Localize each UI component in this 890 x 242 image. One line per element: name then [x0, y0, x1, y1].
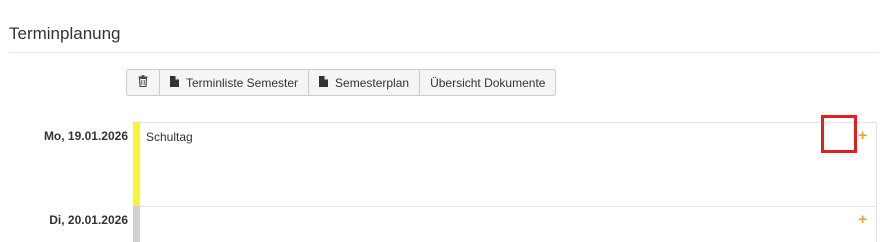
add-entry-button[interactable]: + — [858, 128, 867, 143]
day-cell[interactable]: + — [140, 206, 877, 242]
delete-button[interactable] — [127, 70, 159, 95]
terminliste-semester-button[interactable]: Terminliste Semester — [159, 70, 308, 95]
day-color-bar — [133, 122, 140, 206]
terminliste-semester-label: Terminliste Semester — [186, 75, 299, 90]
entry-text[interactable]: Schultag — [146, 130, 193, 144]
uebersicht-dokumente-button[interactable]: Übersicht Dokumente — [419, 70, 555, 95]
uebersicht-dokumente-label: Übersicht Dokumente — [430, 75, 546, 90]
semesterplan-button[interactable]: Semesterplan — [308, 70, 419, 95]
document-icon — [170, 75, 179, 90]
highlight-annotation — [821, 115, 857, 153]
toolbar: Terminliste Semester Semesterplan Übersi… — [126, 69, 557, 96]
day-cell[interactable]: Schultag + — [140, 122, 877, 207]
add-entry-button[interactable]: + — [858, 212, 867, 227]
document-icon — [319, 75, 329, 90]
day-date: Di, 20.01.2026 — [49, 213, 128, 227]
title-divider — [9, 52, 879, 53]
day-color-bar — [133, 206, 140, 242]
page-title: Terminplanung — [9, 24, 121, 43]
day-date: Mo, 19.01.2026 — [43, 129, 128, 143]
semesterplan-label: Semesterplan — [335, 75, 410, 90]
trash-icon — [138, 75, 148, 90]
